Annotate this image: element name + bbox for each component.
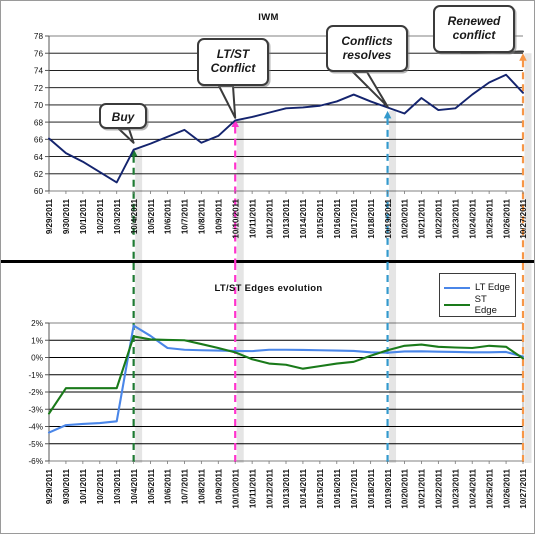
- marker-shadow: [236, 119, 244, 263]
- x-tick-label: 10/20/2011: [401, 198, 410, 238]
- legend-label-lt-edge: LT Edge: [475, 282, 511, 293]
- x-tick-label: 10/14/2011: [299, 198, 308, 238]
- x-tick-label: 10/12/2011: [265, 198, 274, 238]
- x-tick-label: 9/30/2011: [62, 198, 71, 234]
- x-tick-label: 10/25/2011: [485, 198, 494, 238]
- y-tick-label: -6%: [28, 457, 43, 466]
- callout-ltst-conflict: LT/ST Conflict: [197, 38, 269, 86]
- x-tick-label: 10/24/2011: [468, 198, 477, 238]
- x-tick-label: 10/3/2011: [113, 198, 122, 234]
- callout-renewed-conflict: Renewed conflict: [433, 5, 515, 53]
- x-tick-label: 10/26/2011: [502, 198, 511, 238]
- x-tick-label: 10/18/2011: [367, 468, 376, 508]
- x-tick-label: 9/29/2011: [45, 198, 54, 234]
- y-tick-label: -1%: [28, 371, 43, 380]
- x-tick-label: 10/6/2011: [164, 468, 173, 504]
- y-tick-label: 1%: [31, 336, 43, 345]
- callout-conflicts-resolves: Conflicts resolves: [326, 25, 408, 72]
- y-tick-label: -2%: [28, 388, 43, 397]
- y-tick-label: 74: [34, 67, 44, 76]
- x-tick-label: 10/1/2011: [79, 198, 88, 234]
- x-tick-label: 10/10/2011: [231, 468, 240, 508]
- x-tick-label: 10/22/2011: [435, 198, 444, 238]
- x-tick-label: 10/3/2011: [113, 468, 122, 504]
- x-tick-label: 10/14/2011: [299, 468, 308, 508]
- x-tick-label: 9/30/2011: [62, 468, 71, 504]
- x-tick-label: 10/7/2011: [181, 468, 190, 504]
- x-tick-label: 10/27/2011: [519, 198, 528, 238]
- y-tick-label: -4%: [28, 423, 43, 432]
- x-tick-label: 10/19/2011: [384, 468, 393, 508]
- x-tick-label: 10/5/2011: [147, 468, 156, 504]
- x-tick-label: 10/15/2011: [316, 198, 325, 238]
- x-tick-label: 10/9/2011: [214, 198, 223, 234]
- callout-buy: Buy: [99, 103, 147, 129]
- x-tick-label: 10/19/2011: [384, 198, 393, 238]
- x-tick-label: 10/2/2011: [96, 468, 105, 504]
- y-tick-label: 2%: [31, 319, 43, 328]
- x-tick-label: 10/6/2011: [164, 198, 173, 234]
- x-tick-label: 10/25/2011: [485, 468, 494, 508]
- x-tick-label: 10/26/2011: [502, 468, 511, 508]
- y-tick-label: 68: [34, 118, 44, 127]
- callout-resolve-line1: Conflicts: [341, 34, 393, 48]
- x-tick-label: 10/21/2011: [418, 198, 427, 238]
- x-tick-label: 10/20/2011: [401, 468, 410, 508]
- callout-resolve-line2: resolves: [342, 48, 392, 62]
- x-tick-label: 10/5/2011: [147, 198, 156, 234]
- y-tick-label: 76: [34, 49, 44, 58]
- callout-pointer: [118, 128, 135, 144]
- ltst-legend: LT Edge ST Edge: [439, 273, 516, 317]
- x-tick-label: 10/17/2011: [350, 468, 359, 508]
- callout-renewed-line2: conflict: [452, 28, 496, 42]
- x-tick-label: 10/23/2011: [451, 198, 460, 238]
- legend-label-st-edge: ST Edge: [474, 293, 497, 316]
- y-tick-label: 70: [34, 101, 44, 110]
- x-tick-label: 10/17/2011: [350, 198, 359, 238]
- x-tick-label: 10/15/2011: [316, 468, 325, 508]
- x-tick-label: 10/16/2011: [333, 198, 342, 238]
- y-tick-label: -3%: [28, 405, 43, 414]
- x-tick-label: 10/9/2011: [214, 468, 223, 504]
- x-tick-label: 10/10/2011: [231, 198, 240, 238]
- y-tick-label: 66: [34, 136, 44, 145]
- callout-renewed-line1: Renewed: [447, 14, 501, 28]
- x-tick-label: 10/24/2011: [468, 468, 477, 508]
- x-tick-label: 10/4/2011: [130, 198, 139, 234]
- marker-shadow: [389, 110, 397, 263]
- y-tick-label: 72: [34, 84, 44, 93]
- x-tick-label: 10/8/2011: [198, 198, 207, 234]
- y-tick-label: 0%: [31, 354, 43, 363]
- x-tick-label: 10/16/2011: [333, 468, 342, 508]
- x-tick-label: 10/11/2011: [248, 468, 257, 508]
- legend-swatch-lt-edge: [444, 286, 470, 289]
- x-tick-label: 10/13/2011: [282, 198, 291, 238]
- legend-swatch-st-edge: [444, 303, 470, 306]
- chart-figure: IWM 60 62 64 66 68 70 72 74 76 78 9/29/2011 9/30/20…: [0, 0, 535, 534]
- y-tick-label: 60: [34, 187, 44, 196]
- x-tick-label: 10/2/2011: [96, 198, 105, 234]
- x-tick-label: 10/22/2011: [435, 468, 444, 508]
- x-tick-label: 10/12/2011: [265, 468, 274, 508]
- x-tick-label: 10/21/2011: [418, 468, 427, 508]
- y-tick-label: 64: [34, 153, 44, 162]
- x-tick-label: 10/13/2011: [282, 468, 291, 508]
- y-tick-label: 62: [34, 170, 44, 179]
- callout-ltst-line2: Conflict: [210, 61, 256, 75]
- legend-item-st-edge: ST Edge: [444, 293, 511, 316]
- x-tick-label: 10/18/2011: [367, 198, 376, 238]
- callout-ltst-line1: LT/ST: [216, 47, 250, 61]
- x-tick-label: 10/27/2011: [519, 468, 528, 508]
- y-tick-label: -5%: [28, 440, 43, 449]
- x-tick-label: 10/7/2011: [181, 198, 190, 234]
- y-tick-label: 78: [34, 32, 44, 41]
- x-tick-label: 10/4/2011: [130, 468, 139, 504]
- x-tick-label: 10/1/2011: [79, 468, 88, 504]
- x-tick-label: 10/23/2011: [451, 468, 460, 508]
- x-tick-label: 9/29/2011: [45, 468, 54, 504]
- x-tick-label: 10/8/2011: [198, 468, 207, 504]
- x-tick-label: 10/11/2011: [248, 198, 257, 238]
- callout-pointer: [218, 85, 237, 119]
- callout-buy-text: Buy: [111, 110, 135, 124]
